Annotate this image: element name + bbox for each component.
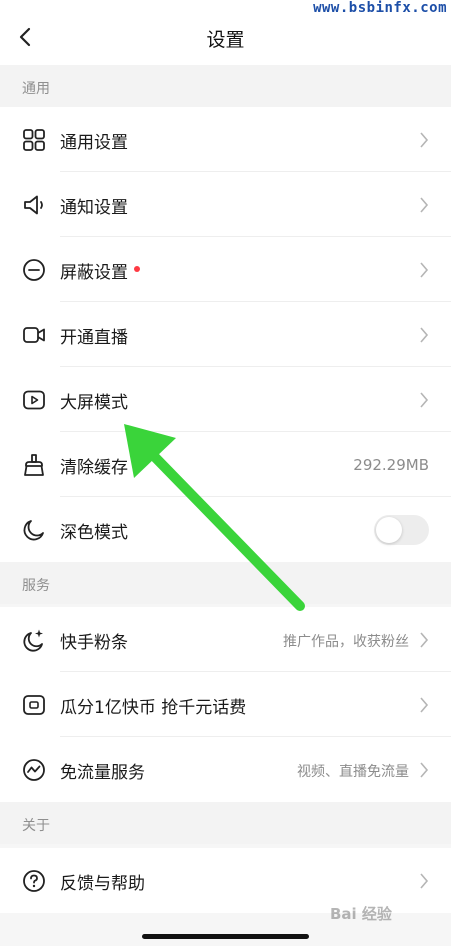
row-fans[interactable]: 快手粉条 推广作品，收获粉丝 <box>0 607 451 672</box>
row-label: 通用设置 <box>60 133 128 153</box>
help-circle-icon <box>23 870 45 892</box>
toggle-knob <box>376 517 402 543</box>
row-label: 深色模式 <box>60 523 128 543</box>
chevron-right-icon <box>420 132 429 148</box>
chevron-right-icon <box>420 762 429 778</box>
dark-mode-toggle[interactable] <box>374 515 429 545</box>
fans-hint: 推广作品，收获粉丝 <box>283 634 409 650</box>
chevron-right-icon <box>420 197 429 213</box>
row-free-flow[interactable]: 免流量服务 视频、直播免流量 <box>0 737 451 802</box>
row-live[interactable]: 开通直播 <box>0 302 451 367</box>
cache-size-value: 292.29MB <box>353 456 429 474</box>
chevron-right-icon <box>420 632 429 648</box>
rocket-moon-icon <box>23 629 43 652</box>
broom-icon <box>24 454 44 476</box>
camera-icon <box>23 327 45 343</box>
row-label: 清除缓存 <box>60 458 128 478</box>
row-block-settings[interactable]: 屏蔽设置 <box>0 237 451 302</box>
row-label: 屏蔽设置 <box>60 258 140 283</box>
play-screen-icon <box>23 390 45 410</box>
grid-icon <box>23 129 45 151</box>
baidu-watermark: Bai 经验 <box>330 905 392 923</box>
coin-card-icon <box>23 695 45 715</box>
page-title: 设置 <box>206 29 245 51</box>
row-bigscreen[interactable]: 大屏模式 <box>0 367 451 432</box>
row-label-text: 屏蔽设置 <box>60 263 128 283</box>
row-label: 大屏模式 <box>60 393 128 413</box>
row-label: 免流量服务 <box>60 763 145 783</box>
row-notify-settings[interactable]: 通知设置 <box>0 172 451 237</box>
free-flow-hint: 视频、直播免流量 <box>297 764 409 780</box>
chevron-right-icon <box>420 327 429 343</box>
row-coins[interactable]: 瓜分1亿快币 抢千元话费 <box>0 672 451 737</box>
row-label: 反馈与帮助 <box>60 874 145 894</box>
site-watermark: www.bsbinfx.com <box>313 0 447 16</box>
row-dark-mode: 深色模式 <box>0 497 451 562</box>
row-label: 瓜分1亿快币 抢千元话费 <box>60 698 247 718</box>
block-icon <box>23 259 45 281</box>
section-header-general: 通用 <box>0 65 451 107</box>
chevron-right-icon <box>420 697 429 713</box>
wave-circle-icon <box>23 759 45 781</box>
row-label: 通知设置 <box>60 198 128 218</box>
row-clear-cache[interactable]: 清除缓存 292.29MB <box>0 432 451 497</box>
section-header-service: 服务 <box>0 562 451 604</box>
row-label: 开通直播 <box>60 328 128 348</box>
chevron-right-icon <box>420 262 429 278</box>
new-badge-dot <box>134 266 140 272</box>
chevron-right-icon <box>420 392 429 408</box>
moon-icon <box>23 520 44 541</box>
speaker-icon <box>24 195 43 215</box>
chevron-right-icon <box>420 873 429 889</box>
row-label: 快手粉条 <box>60 633 128 653</box>
section-header-about: 关于 <box>0 802 451 844</box>
row-general-settings[interactable]: 通用设置 <box>0 107 451 172</box>
home-indicator <box>142 934 309 939</box>
